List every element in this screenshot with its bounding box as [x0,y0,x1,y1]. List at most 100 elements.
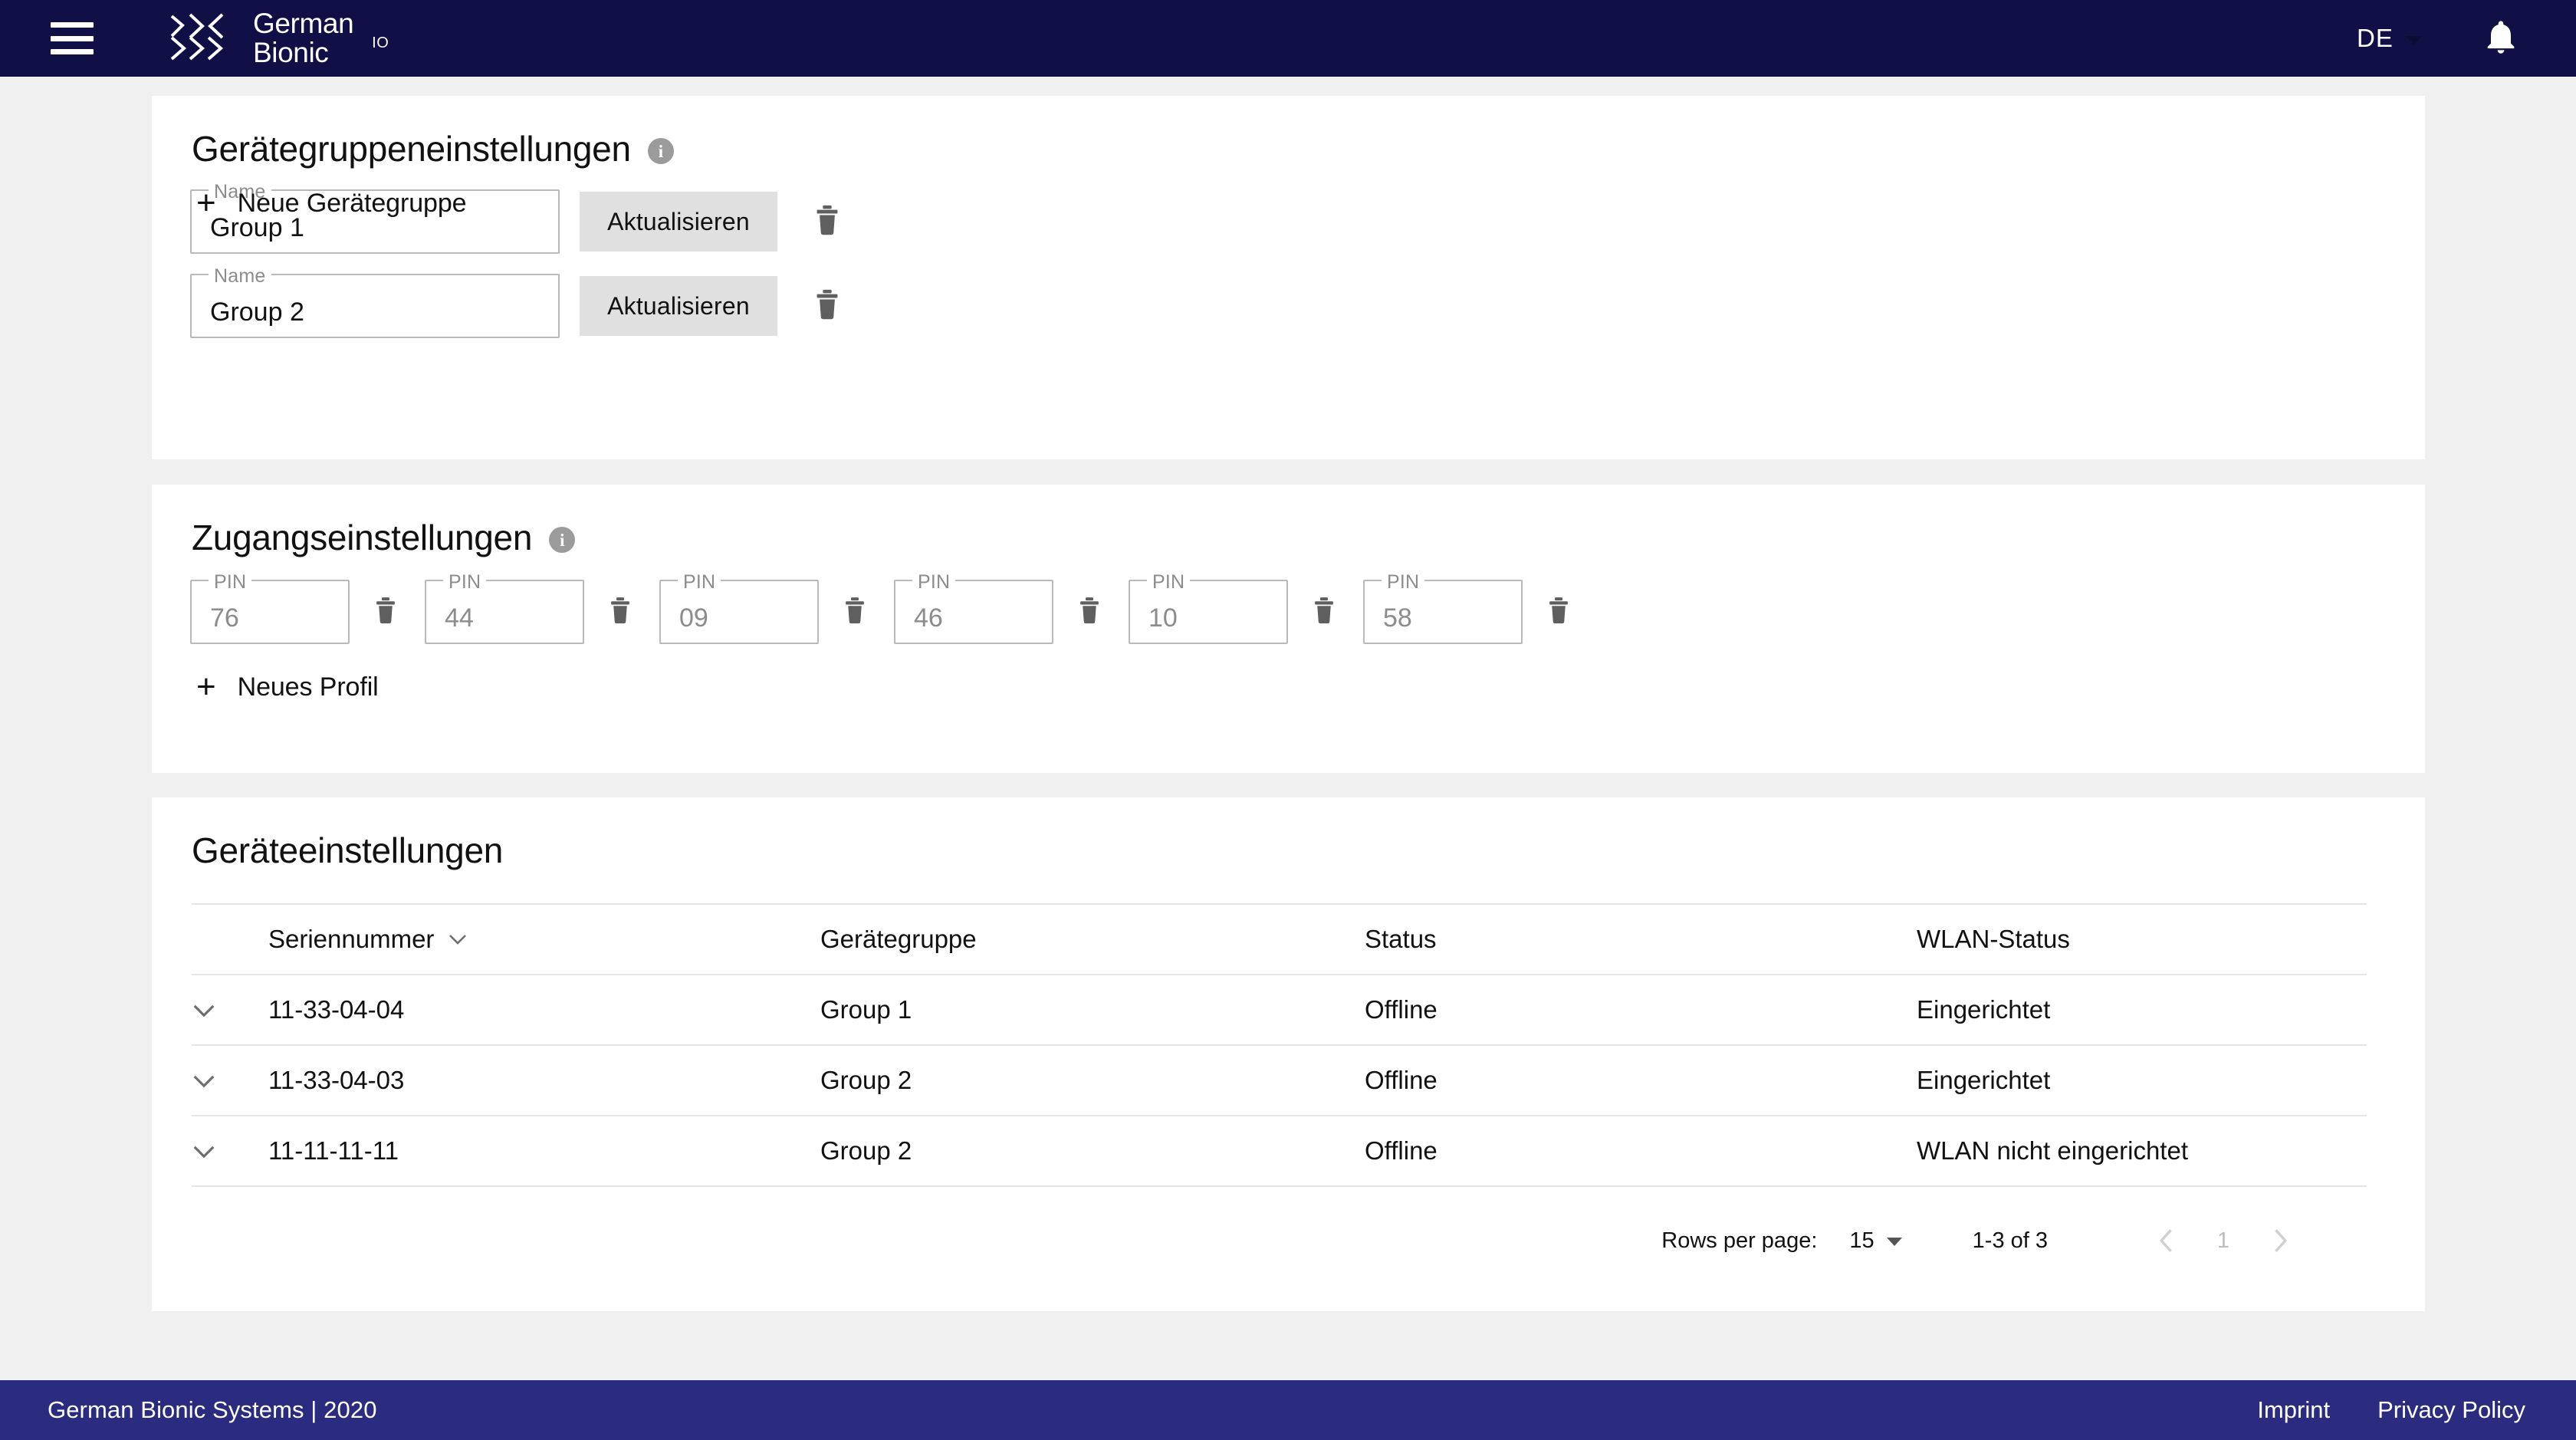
imprint-link[interactable]: Imprint [2257,1396,2330,1424]
table-header-wlan: WLAN-Status [1917,903,2367,975]
brand-suffix: IO [372,35,389,52]
privacy-policy-link[interactable]: Privacy Policy [2377,1396,2525,1424]
brand-line-1: German [253,8,354,40]
table-row[interactable]: 11-33-04-03 Group 2 Offline Eingerichtet [192,1045,2367,1116]
pagination-nav: 1 [2138,1212,2308,1269]
card-title-text: Gerätegruppeneinstellungen [192,129,631,169]
plus-icon: + [196,668,216,705]
table-header-status: Status [1365,903,1917,975]
card-title-text: Zugangseinstellungen [192,518,533,557]
row-wlan-status: Eingerichtet [1917,1045,2367,1116]
table-header-serial-label: Seriennummer [268,925,435,953]
row-expand-cell [192,1116,268,1187]
pin-field-label: PIN [1382,571,1425,593]
row-wlan-status: Eingerichtet [1917,975,2367,1046]
bell-icon[interactable] [2481,15,2521,62]
row-serial: 11-11-11-11 [268,1116,820,1187]
pin-field[interactable]: PIN [894,571,1053,644]
row-group: Group 2 [820,1116,1365,1187]
chevron-down-icon [1886,1238,1902,1246]
trash-icon[interactable] [1313,596,1336,629]
footer-copyright: German Bionic Systems | 2020 [48,1396,377,1423]
german-bionic-chevrons-icon [167,10,247,67]
sort-serial-button[interactable]: Seriennummer [268,925,468,954]
rows-per-page-select[interactable]: 15 [1849,1228,1902,1254]
language-selector[interactable]: DE [2357,24,2423,53]
update-group-button[interactable]: Aktualisieren [580,276,777,336]
row-expand-cell [192,975,268,1046]
pin-field-label: PIN [209,571,252,593]
table-row[interactable]: 11-33-04-04 Group 1 Offline Eingerichtet [192,975,2367,1046]
hamburger-menu-icon[interactable] [51,22,94,54]
access-settings-title: Zugangseinstellungen i [192,517,576,558]
trash-icon[interactable] [814,204,840,240]
row-wlan-status: WLAN nicht eingerichtet [1917,1116,2367,1187]
trash-icon[interactable] [814,288,840,324]
plus-icon: + [196,184,216,222]
brand-line-2: Bionic [253,37,329,68]
pin-field[interactable]: PIN [1363,571,1523,644]
page-footer: German Bionic Systems | 2020 Imprint Pri… [0,1380,2576,1440]
trash-icon[interactable] [609,596,632,629]
add-device-group-label: Neue Gerätegruppe [237,188,467,218]
trash-icon[interactable] [843,596,866,629]
chevron-down-icon [2406,35,2423,44]
chevron-down-icon[interactable] [192,1144,216,1159]
rows-per-page-label: Rows per page: [1661,1228,1818,1253]
pin-field[interactable]: PIN [425,571,584,644]
device-settings-card: Geräteeinstellungen Seriennummer Geräteg… [152,797,2425,1311]
pagination-page-number[interactable]: 1 [2195,1228,2252,1254]
pin-profile: PIN [1363,571,1598,644]
device-settings-table-wrap: Seriennummer Gerätegruppe Status WLAN-St… [152,903,2425,1294]
table-row[interactable]: 11-11-11-11 Group 2 Offline WLAN nicht e… [192,1116,2367,1187]
chevron-down-icon[interactable] [192,1073,216,1089]
language-selector-label: DE [2356,24,2394,52]
add-profile-button[interactable]: + Neues Profil [196,670,379,704]
table-pagination: Rows per page: 15 1-3 of 3 1 [192,1187,2367,1294]
chevron-down-icon[interactable] [192,1003,216,1018]
update-group-button[interactable]: Aktualisieren [580,192,777,252]
row-status: Offline [1365,975,1917,1046]
group-name-field-label: Name [209,265,271,288]
pin-profiles-row: PIN PIN [190,571,1598,644]
device-group-settings-card: Gerätegruppeneinstellungen i Name Aktual… [152,96,2425,459]
pin-field[interactable]: PIN [1129,571,1288,644]
hamburger-bar [51,22,94,28]
device-settings-title: Geräteeinstellungen [192,830,503,871]
brand-logo[interactable]: German Bionic IO [167,8,389,68]
chevron-down-icon [448,933,468,945]
rows-per-page-value: 15 [1849,1228,1875,1253]
pagination-range: 1-3 of 3 [1972,1228,2048,1253]
pin-profile: PIN [659,571,894,644]
device-settings-table: Seriennummer Gerätegruppe Status WLAN-St… [192,903,2367,1187]
trash-icon[interactable] [374,596,397,629]
hamburger-bar [51,49,94,54]
trash-icon[interactable] [1078,596,1101,629]
row-serial: 11-33-04-03 [268,1045,820,1116]
add-profile-label: Neues Profil [237,672,379,702]
table-header-group: Gerätegruppe [820,903,1365,975]
top-app-bar: German Bionic IO DE [0,0,2576,77]
row-expand-cell [192,1045,268,1116]
appbar-actions: DE [2357,15,2576,62]
row-status: Offline [1365,1116,1917,1187]
device-group-row: Name Aktualisieren [190,265,840,338]
pin-field-label: PIN [443,571,487,593]
chevron-right-icon[interactable] [2252,1212,2308,1269]
info-icon[interactable]: i [647,138,674,164]
pin-field-label: PIN [678,571,721,593]
pin-field[interactable]: PIN [659,571,819,644]
pin-profile: PIN [190,571,425,644]
trash-icon[interactable] [1547,596,1570,629]
group-name-field[interactable]: Name [190,265,560,338]
chevron-left-icon[interactable] [2138,1212,2195,1269]
row-status: Offline [1365,1045,1917,1116]
pin-profile: PIN [1129,571,1363,644]
access-settings-card: Zugangseinstellungen i PIN 76 PIN 44 PIN… [152,485,2425,773]
info-icon[interactable]: i [549,527,576,553]
pin-field[interactable]: PIN [190,571,350,644]
add-device-group-button[interactable]: + Neue Gerätegruppe [196,184,467,222]
pin-profile: PIN [894,571,1129,644]
pin-profile: PIN [425,571,659,644]
page-content: Gerätegruppeneinstellungen i Name Aktual… [0,77,2576,1380]
